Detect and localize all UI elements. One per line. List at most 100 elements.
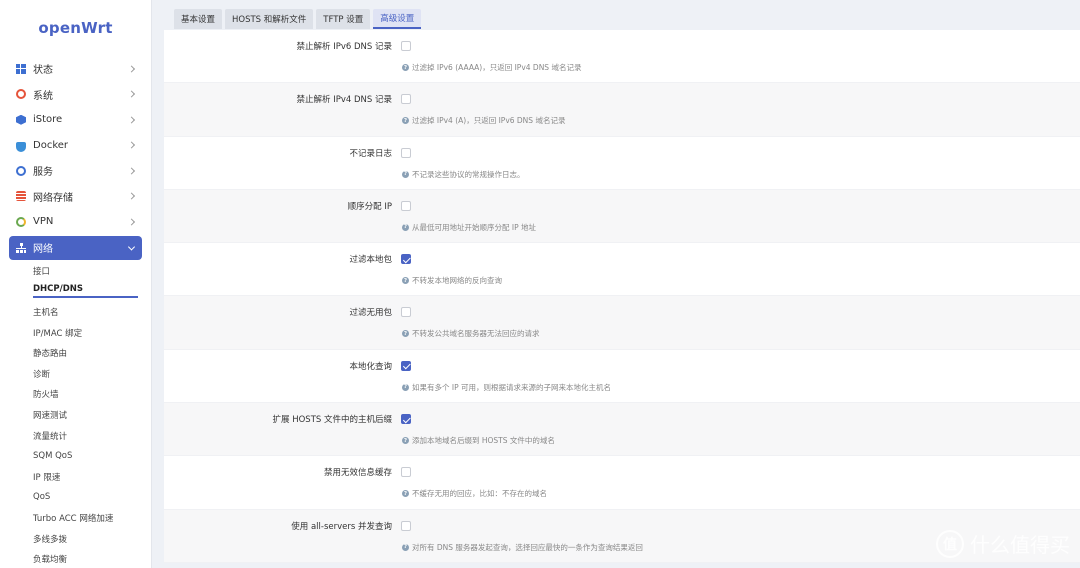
watermark: 值 什么值得买 [936, 529, 1070, 558]
service-icon [16, 165, 26, 176]
setting-checkbox[interactable] [401, 307, 411, 318]
sidebar-item-label: 系统 [33, 90, 53, 102]
main-content: 基本设置 HOSTS 和解析文件 TFTP 设置 高级设置 禁止解析 IPv6 … [164, 0, 1080, 568]
submenu-item-load-balance[interactable]: 负载均衡 [0, 549, 151, 568]
chevron-right-icon [127, 167, 136, 175]
setting-row: 禁用无效信息缓存 ? 不缓存无用的回应，比如：不存在的域名 [164, 456, 1080, 510]
storage-icon [16, 191, 26, 202]
setting-label: 不记录日志 [349, 148, 392, 159]
tab-hosts-files[interactable]: HOSTS 和解析文件 [225, 9, 314, 29]
sidebar-item-vpn[interactable]: VPN [0, 209, 151, 235]
chevron-right-icon [127, 192, 136, 200]
setting-hint: ? 不缓存无用的回应，比如：不存在的域名 [402, 489, 547, 499]
setting-checkbox[interactable] [401, 94, 411, 105]
sidebar-item-nas[interactable]: 网络存储 [0, 184, 151, 210]
brand-logo[interactable]: openWrt [0, 0, 151, 56]
setting-checkbox[interactable] [401, 41, 411, 51]
setting-row: 过滤本地包 ? 不转发本地网络的反向查询 [164, 243, 1080, 297]
setting-label: 禁用无效信息缓存 [323, 468, 392, 479]
sidebar-item-label: 网络 [33, 244, 53, 255]
sidebar-item-services[interactable]: 服务 [0, 158, 151, 184]
network-submenu: 接口 DHCP/DNS 主机名 IP/MAC 绑定 静态路由 诊断 防火墙 网速… [0, 261, 151, 568]
chevron-down-icon [127, 242, 136, 251]
tab-advanced-settings[interactable]: 高级设置 [373, 9, 422, 29]
help-icon: ? [402, 117, 409, 125]
setting-checkbox[interactable] [401, 520, 411, 531]
network-icon [16, 242, 26, 253]
help-icon: ? [402, 64, 409, 71]
setting-row: 不记录日志 ? 不记录这些协议的常规操作日志。 [164, 137, 1080, 190]
sidebar-item-istore[interactable]: iStore [0, 107, 151, 133]
setting-hint: ? 添加本地域名后缀到 HOSTS 文件中的域名 [402, 436, 555, 446]
status-icon [16, 63, 26, 74]
help-icon: ? [402, 383, 409, 391]
setting-label: 顺序分配 IP [347, 201, 392, 212]
sidebar-item-label: VPN [33, 216, 54, 228]
setting-row: 禁止解析 IPv4 DNS 记录 ? 过滤掉 IPv4 (A)，只返回 IPv6 … [164, 83, 1080, 137]
sidebar-item-label: iStore [33, 114, 63, 126]
setting-label: 过滤无用包 [349, 308, 392, 319]
setting-label: 扩展 HOSTS 文件中的主机后缀 [272, 415, 392, 426]
setting-row: 扩展 HOSTS 文件中的主机后缀 ? 添加本地域名后缀到 HOSTS 文件中的域… [164, 403, 1080, 457]
docker-icon [16, 141, 26, 152]
setting-checkbox[interactable] [401, 414, 411, 425]
sidebar-item-label: 网络存储 [33, 192, 73, 204]
submenu-item-interfaces[interactable]: 接口 [0, 261, 151, 282]
sidebar-menu: 状态 系统 iStore Docker 服务 网络存储 VPN 网络 [0, 56, 151, 260]
submenu-item-ip-mac-binding[interactable]: IP/MAC 绑定 [0, 322, 151, 343]
setting-checkbox[interactable] [401, 360, 411, 371]
sidebar-item-label: 状态 [33, 65, 53, 77]
setting-label: 本地化查询 [349, 361, 392, 372]
sidebar-item-network[interactable]: 网络 [9, 235, 142, 260]
chevron-right-icon [127, 141, 136, 149]
submenu-item-multi-dial[interactable]: 多线多拨 [0, 528, 151, 549]
submenu-item-sqm-qos[interactable]: SQM QoS [0, 446, 151, 467]
setting-row: 禁止解析 IPv6 DNS 记录 ? 过滤掉 IPv6 (AAAA)，只返回 IP… [164, 30, 1080, 84]
chevron-right-icon [127, 90, 136, 98]
setting-hint: ? 过滤掉 IPv4 (A)，只返回 IPv6 DNS 域名记录 [402, 116, 566, 126]
setting-row: 本地化查询 ? 如果有多个 IP 可用，则根据请求来源的子网来本地化主机名 [164, 350, 1080, 404]
setting-row: 过滤无用包 ? 不转发公共域名服务器无法回应的请求 [164, 296, 1080, 350]
help-icon: ? [402, 490, 409, 498]
submenu-item-ip-limit[interactable]: IP 限速 [0, 466, 151, 487]
sidebar-item-label: Docker [33, 139, 69, 151]
submenu-item-firewall[interactable]: 防火墙 [0, 384, 151, 405]
setting-hint: ? 过滤掉 IPv6 (AAAA)，只返回 IPv4 DNS 域名记录 [402, 63, 582, 72]
setting-label: 使用 all-servers 并发查询 [291, 521, 392, 532]
sidebar-item-docker[interactable]: Docker [0, 133, 151, 159]
setting-hint: ? 不转发公共域名服务器无法回应的请求 [402, 329, 540, 339]
sidebar-item-label: 服务 [33, 167, 53, 179]
setting-checkbox[interactable] [401, 467, 411, 478]
help-icon: ? [402, 330, 409, 338]
sidebar-item-status[interactable]: 状态 [0, 56, 151, 82]
submenu-item-hostnames[interactable]: 主机名 [0, 302, 151, 323]
sidebar-item-system[interactable]: 系统 [0, 82, 151, 108]
submenu-item-traffic-stats[interactable]: 流量统计 [0, 425, 151, 446]
setting-hint: ? 不记录这些协议的常规操作日志。 [402, 169, 525, 179]
settings-form: 禁止解析 IPv6 DNS 记录 ? 过滤掉 IPv6 (AAAA)，只返回 IP… [164, 30, 1080, 563]
setting-label: 禁止解析 IPv6 DNS 记录 [296, 42, 392, 52]
help-icon: ? [402, 437, 409, 445]
submenu-item-qos[interactable]: QoS [0, 487, 151, 508]
watermark-text: 什么值得买 [970, 533, 1070, 557]
setting-checkbox[interactable] [401, 200, 411, 211]
sidebar: openWrt 状态 系统 iStore Docker 服务 网络存储 VPN … [0, 0, 152, 568]
tab-basic-settings[interactable]: 基本设置 [174, 9, 223, 29]
setting-checkbox[interactable] [401, 147, 411, 158]
setting-row: 顺序分配 IP ? 从最低可用地址开始顺序分配 IP 地址 [164, 189, 1080, 244]
setting-hint: ? 对所有 DNS 服务器发起查询，选择回应最快的一条作为查询结果返回 [402, 542, 643, 552]
setting-hint: ? 不转发本地网络的反向查询 [402, 276, 502, 286]
submenu-item-turbo-acc[interactable]: Turbo ACC 网络加速 [0, 508, 151, 529]
watermark-logo-icon: 值 [936, 529, 964, 558]
help-icon: ? [402, 277, 409, 285]
submenu-item-static-routes[interactable]: 静态路由 [0, 343, 151, 364]
submenu-item-speedtest[interactable]: 网速测试 [0, 405, 151, 426]
setting-hint: ? 从最低可用地址开始顺序分配 IP 地址 [402, 222, 537, 232]
gear-icon [16, 89, 26, 100]
tab-tftp-settings[interactable]: TFTP 设置 [316, 9, 371, 29]
submenu-item-dhcp-dns[interactable]: DHCP/DNS [0, 281, 151, 302]
help-icon: ? [402, 543, 409, 551]
help-icon: ? [402, 223, 409, 231]
submenu-item-diagnostics[interactable]: 诊断 [0, 363, 151, 384]
setting-checkbox[interactable] [401, 254, 411, 265]
